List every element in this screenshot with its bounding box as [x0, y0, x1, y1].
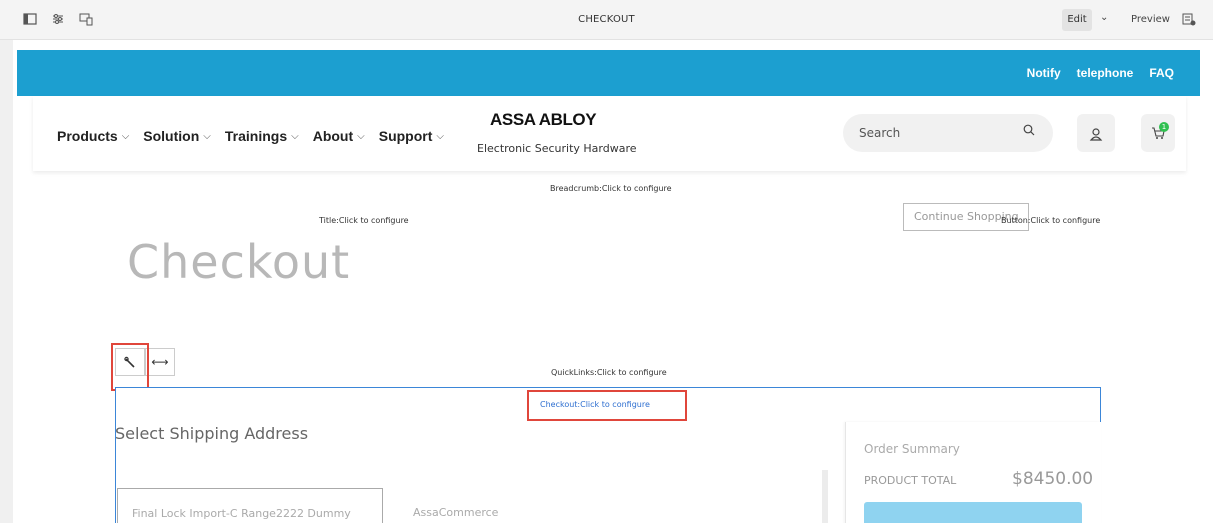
title-placeholder[interactable]: Title:Click to configure — [319, 216, 409, 225]
search-input[interactable]: Search — [843, 114, 1053, 152]
button-placeholder[interactable]: Button:Click to configure — [1001, 216, 1100, 225]
breadcrumb-placeholder[interactable]: Breadcrumb:Click to configure — [550, 184, 672, 193]
cart-count-badge: 1 — [1159, 122, 1169, 132]
address-card[interactable]: Final Lock Import-C Range2222 Dummy — [117, 488, 383, 523]
nav-item-products[interactable]: Products ⌵ — [57, 128, 129, 144]
nav-item-solution[interactable]: Solution ⌵ — [143, 128, 211, 144]
brand-logo[interactable]: ASSA ABLOY — [490, 110, 597, 130]
search-icon[interactable] — [1023, 124, 1035, 140]
chevron-down-icon[interactable]: ⌄ — [1100, 12, 1108, 23]
chevron-down-icon: ⌵ — [291, 130, 299, 142]
utility-bar: Notify telephone FAQ — [17, 50, 1200, 96]
edit-mode-button[interactable]: Edit — [1062, 9, 1092, 31]
editor-toolbar: CHECKOUT Edit ⌄ Preview — [0, 0, 1213, 40]
chevron-down-icon: ⌵ — [203, 130, 211, 142]
address-brand: AssaCommerce — [413, 506, 499, 519]
account-button[interactable] — [1077, 114, 1115, 152]
page-title-bar: CHECKOUT — [578, 14, 635, 25]
page-heading: Checkout — [127, 235, 351, 289]
page-settings-icon[interactable] — [1182, 12, 1196, 29]
notify-link[interactable]: Notify — [1027, 66, 1061, 80]
checkout-placeholder[interactable]: Checkout:Click to configure — [540, 400, 650, 409]
checkout-action-button[interactable] — [864, 502, 1082, 523]
nav-label: Solution — [143, 128, 200, 144]
nav-item-about[interactable]: About ⌵ — [313, 128, 365, 144]
nav-label: Support — [378, 128, 433, 144]
nav-item-support[interactable]: Support ⌵ — [379, 128, 444, 144]
product-total-value: $8450.00 — [1012, 469, 1094, 489]
faq-link[interactable]: FAQ — [1149, 66, 1174, 80]
layout-button[interactable]: ⟷ — [145, 348, 175, 376]
page-frame: Notify telephone FAQ Products ⌵ Solution ⌵… — [13, 40, 1213, 523]
shipping-address-title: Select Shipping Address — [115, 424, 309, 443]
cart-button[interactable]: 1 — [1141, 114, 1175, 152]
nav-label: Trainings — [224, 128, 288, 144]
main-nav: Products ⌵ Solution ⌵ Trainings ⌵ About ⌵ Su… — [57, 128, 444, 144]
chevron-down-icon: ⌵ — [436, 130, 444, 142]
user-icon — [1089, 124, 1103, 142]
telephone-link[interactable]: telephone — [1077, 66, 1134, 80]
address-text: Final Lock Import-C Range2222 Dummy — [132, 507, 351, 520]
chevron-down-icon: ⌵ — [357, 130, 365, 142]
product-total-label: PRODUCT TOTAL — [864, 474, 957, 487]
nav-item-trainings[interactable]: Trainings ⌵ — [225, 128, 299, 144]
resize-horizontal-icon: ⟷ — [151, 355, 169, 369]
order-summary-panel: Order Summary PRODUCT TOTAL $8450.00 — [845, 422, 1101, 523]
search-placeholder: Search — [859, 126, 901, 140]
chevron-down-icon: ⌵ — [121, 130, 130, 142]
page-canvas: Notify telephone FAQ Products ⌵ Solution ⌵… — [17, 50, 1200, 523]
preview-button[interactable]: Preview — [1131, 14, 1170, 25]
nav-label: Products — [57, 128, 118, 144]
scrollbar[interactable] — [822, 470, 828, 523]
highlight-box — [111, 343, 149, 391]
brand-tagline: Electronic Security Hardware — [477, 142, 637, 155]
quicklinks-placeholder[interactable]: QuickLinks:Click to configure — [551, 368, 667, 377]
nav-label: About — [312, 128, 354, 144]
order-summary-title: Order Summary — [864, 442, 960, 456]
site-header: Products ⌵ Solution ⌵ Trainings ⌵ About ⌵ Su… — [33, 96, 1186, 171]
